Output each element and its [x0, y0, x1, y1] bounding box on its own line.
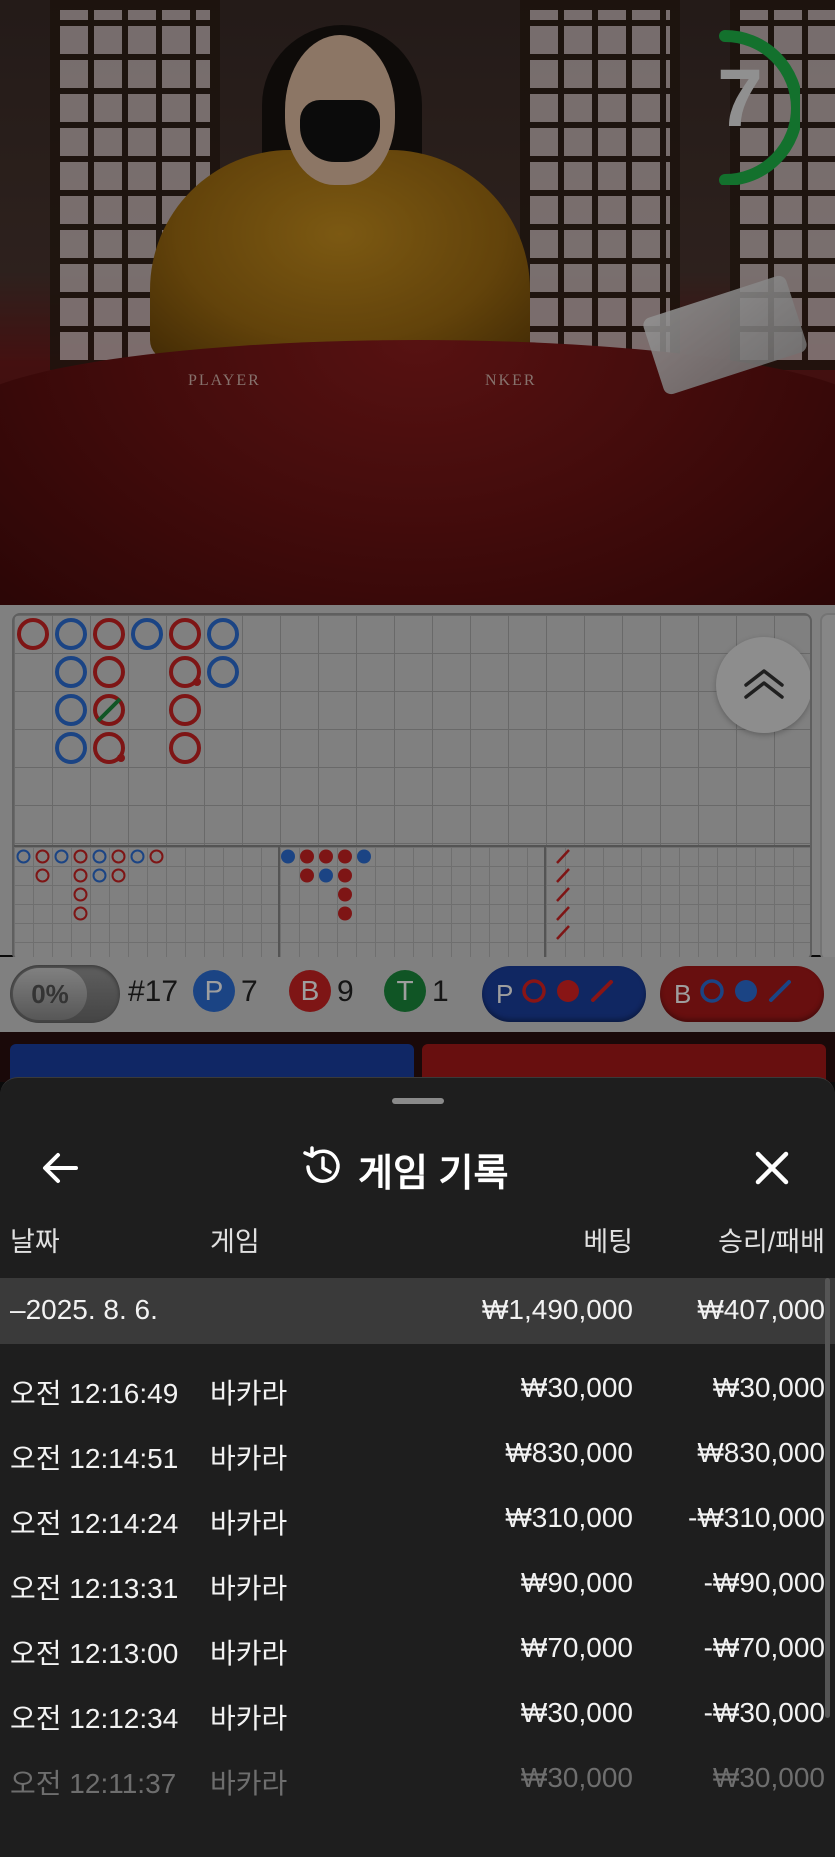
column-result: 승리/패배	[718, 1227, 825, 1257]
history-row[interactable]: 오전 12:13:00 바카라 ₩70,000 -₩70,000	[0, 1620, 835, 1676]
game-history-sheet: 게임 기록 날짜 게임 베팅 승리/패배 –2025. 8. 6. ₩1,490…	[0, 1077, 835, 1857]
scrollbar[interactable]	[825, 1278, 830, 1718]
column-date: 날짜	[10, 1227, 60, 1257]
close-icon[interactable]	[752, 1148, 792, 1193]
row-time: 오전 12:14:24	[10, 1508, 179, 1539]
history-row[interactable]: 오전 12:14:51 바카라 ₩830,000 ₩830,000	[0, 1425, 835, 1481]
row-result: -₩30,000	[703, 1697, 825, 1728]
date-group-row[interactable]: –2025. 8. 6. ₩1,490,000 ₩407,000	[0, 1278, 835, 1344]
history-clock-icon	[300, 1145, 344, 1194]
row-game: 바카라	[210, 1573, 288, 1604]
history-row[interactable]: 오전 12:14:24 바카라 ₩310,000 -₩310,000	[0, 1490, 835, 1546]
row-game: 바카라	[210, 1443, 288, 1474]
row-time: 오전 12:16:49	[10, 1378, 179, 1409]
row-time: 오전 12:11:37	[10, 1768, 177, 1799]
sheet-title-group: 게임 기록	[300, 1142, 508, 1197]
column-bet: 베팅	[583, 1227, 633, 1257]
row-time: 오전 12:13:00	[10, 1638, 179, 1669]
row-bet: ₩30,000	[520, 1697, 633, 1728]
row-game: 바카라	[210, 1703, 288, 1734]
history-row[interactable]: 오전 12:13:31 바카라 ₩90,000 -₩90,000	[0, 1555, 835, 1611]
back-arrow-icon[interactable]	[40, 1148, 80, 1193]
group-bet-total: ₩1,490,000	[482, 1294, 633, 1325]
row-result: ₩30,000	[712, 1762, 825, 1793]
row-result: ₩30,000	[712, 1372, 825, 1403]
row-time: 오전 12:12:34	[10, 1703, 179, 1734]
history-row[interactable]: 오전 12:16:49 바카라 ₩30,000 ₩30,000	[0, 1360, 835, 1416]
sheet-title: 게임 기록	[358, 1153, 509, 1195]
row-bet: ₩30,000	[520, 1762, 633, 1793]
row-bet: ₩830,000	[505, 1437, 633, 1468]
sheet-header: 게임 기록	[0, 1128, 835, 1208]
sheet-grabber[interactable]	[392, 1098, 444, 1104]
row-game: 바카라	[210, 1768, 288, 1799]
row-result: ₩830,000	[697, 1437, 825, 1468]
row-time: 오전 12:13:31	[10, 1573, 179, 1604]
row-result: -₩70,000	[703, 1632, 825, 1663]
column-game: 게임	[210, 1227, 260, 1257]
column-headers: 날짜 게임 베팅 승리/패배	[0, 1220, 835, 1260]
row-bet: ₩30,000	[520, 1372, 633, 1403]
row-bet: ₩70,000	[520, 1632, 633, 1663]
row-bet: ₩90,000	[520, 1567, 633, 1598]
row-result: -₩310,000	[688, 1502, 825, 1533]
row-time: 오전 12:14:51	[10, 1443, 179, 1474]
history-row[interactable]: 오전 12:11:37 바카라 ₩30,000 ₩30,000	[0, 1750, 835, 1806]
row-result: -₩90,000	[703, 1567, 825, 1598]
row-game: 바카라	[210, 1508, 288, 1539]
row-game: 바카라	[210, 1638, 288, 1669]
row-game: 바카라	[210, 1378, 288, 1409]
history-row[interactable]: 오전 12:12:34 바카라 ₩30,000 -₩30,000	[0, 1685, 835, 1741]
row-bet: ₩310,000	[505, 1502, 633, 1533]
group-date: –2025. 8. 6.	[10, 1294, 158, 1325]
overlay-dim	[0, 0, 835, 1100]
group-result-total: ₩407,000	[697, 1294, 825, 1325]
